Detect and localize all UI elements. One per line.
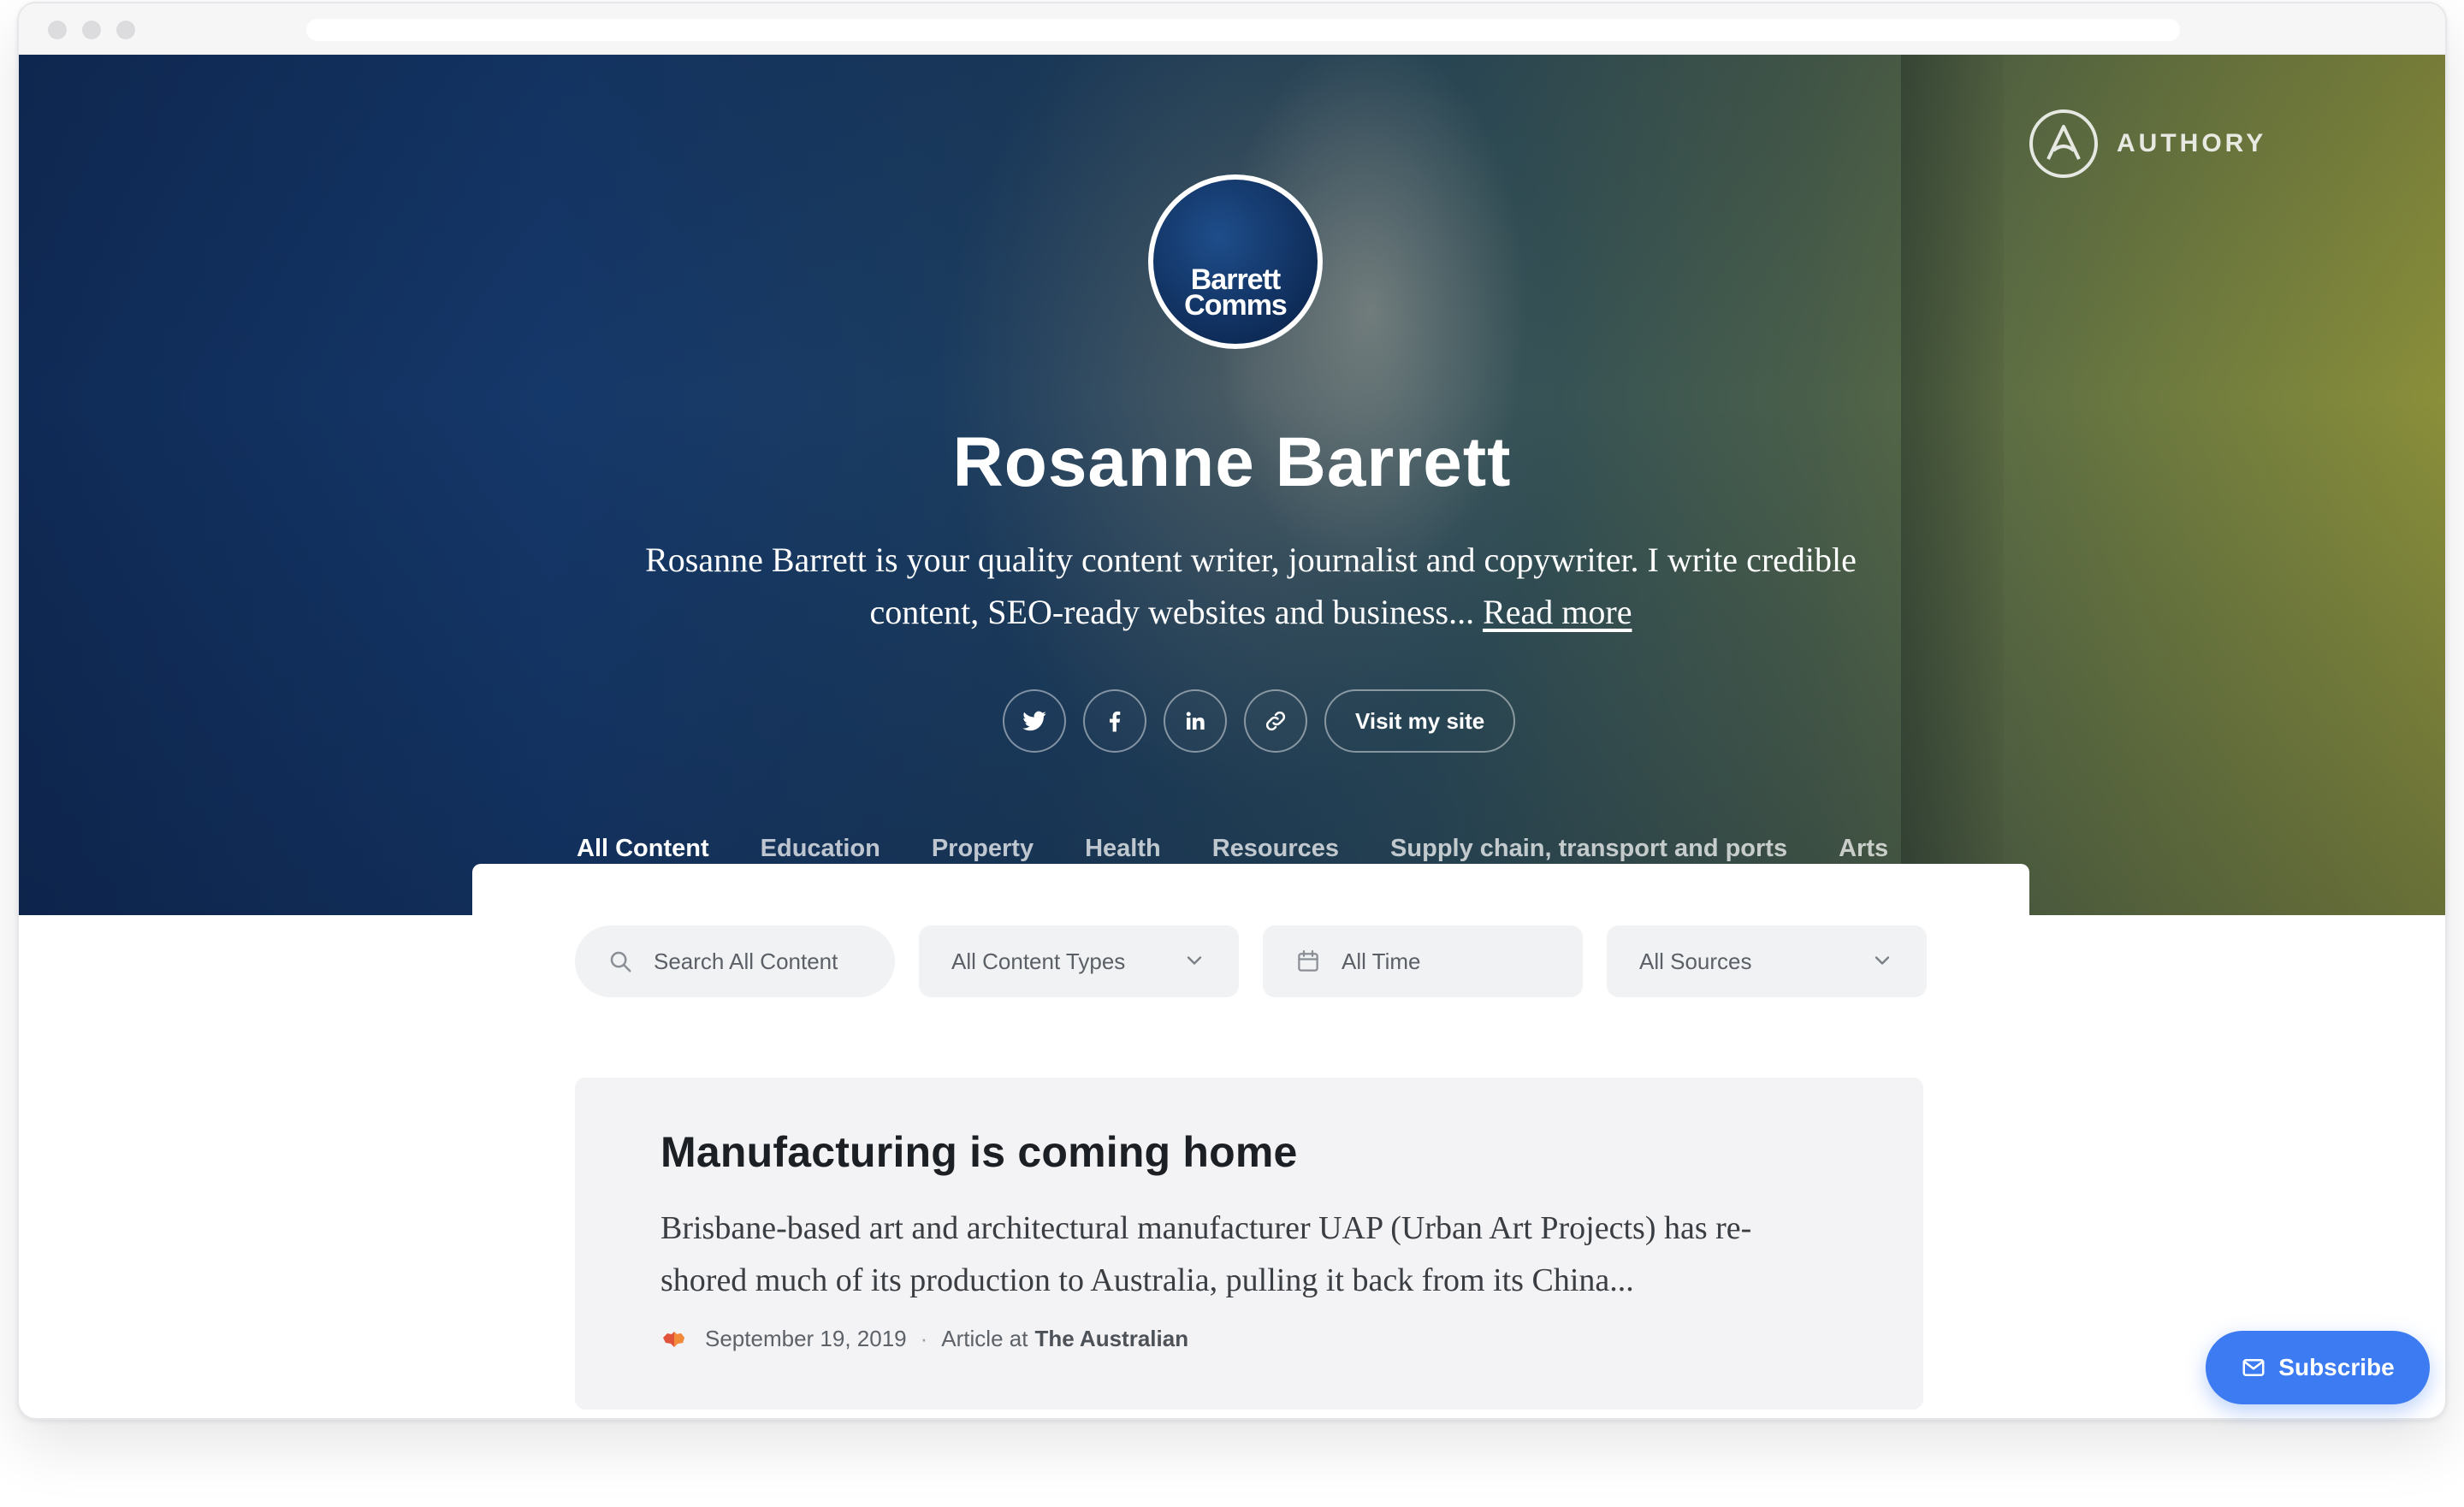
subscribe-button[interactable]: Subscribe: [2206, 1331, 2430, 1404]
content-type-select[interactable]: All Content Types: [919, 925, 1239, 997]
content-type-value: All Content Types: [951, 948, 1126, 974]
article-meta: September 19, 2019 · Article at The Aust…: [660, 1326, 1838, 1352]
linkedin-button[interactable]: [1164, 689, 1227, 753]
subscribe-label: Subscribe: [2278, 1354, 2395, 1380]
content-panel: Search All Content All Content Types All…: [472, 864, 2029, 1418]
australia-map-icon: [663, 1331, 684, 1347]
search-icon: [610, 951, 631, 972]
facebook-button[interactable]: [1083, 689, 1146, 753]
window-close-dot[interactable]: [48, 21, 67, 39]
date-range-value: All Time: [1342, 948, 1421, 974]
address-bar[interactable]: [306, 19, 2180, 41]
article-source[interactable]: The Australian: [1034, 1326, 1188, 1352]
sources-value: All Sources: [1639, 948, 1752, 974]
mail-icon: [2242, 1359, 2265, 1376]
website-link-button[interactable]: [1244, 689, 1307, 753]
linkedin-icon: [1186, 712, 1205, 730]
search-input[interactable]: Search All Content: [575, 925, 895, 997]
article-type: Article at: [941, 1326, 1028, 1351]
calendar-icon: [1298, 950, 1318, 972]
window-maximize-dot[interactable]: [116, 21, 135, 39]
date-range-picker[interactable]: All Time: [1263, 925, 1583, 997]
profile-bio: Rosanne Barrett is your quality content …: [635, 534, 1867, 638]
chevron-down-icon: [1187, 956, 1202, 965]
facebook-icon: [1110, 711, 1121, 732]
social-links: Visit my site: [1003, 689, 1516, 753]
article-title[interactable]: Manufacturing is coming home: [660, 1127, 1838, 1177]
sources-select[interactable]: All Sources: [1607, 925, 1927, 997]
chevron-down-icon: [1875, 956, 1890, 965]
article-date: September 19, 2019: [705, 1326, 907, 1351]
twitter-button[interactable]: [1003, 689, 1066, 753]
profile-name: Rosanne Barrett: [952, 423, 1512, 501]
authory-logo-icon: [2029, 109, 2098, 178]
article-excerpt: Brisbane-based art and architectural man…: [660, 1210, 1752, 1298]
window-minimize-dot[interactable]: [82, 21, 101, 39]
profile-bio-text: Rosanne Barrett is your quality content …: [645, 541, 1857, 631]
filter-bar: Search All Content All Content Types All…: [575, 925, 1927, 997]
read-more-link[interactable]: Read more: [1483, 593, 1632, 631]
browser-titlebar: [19, 3, 2445, 55]
browser-window: AUTHORY Barrett Comms Rosanne Barrett Ro…: [17, 2, 2447, 1420]
authory-logo[interactable]: AUTHORY: [2028, 108, 2266, 180]
profile-hero: AUTHORY Barrett Comms Rosanne Barrett Ro…: [19, 55, 2445, 915]
avatar-text-line2: Comms: [1184, 289, 1288, 322]
twitter-icon: [1022, 711, 1046, 731]
article-card[interactable]: Manufacturing is coming home Brisbane-ba…: [575, 1078, 1923, 1409]
link-icon: [1265, 711, 1286, 731]
avatar: Barrett Comms: [1148, 174, 1323, 349]
meta-separator: ·: [920, 1326, 928, 1351]
search-placeholder: Search All Content: [654, 948, 838, 974]
authory-wordmark: AUTHORY: [2117, 129, 2267, 157]
visit-my-site-button[interactable]: Visit my site: [1324, 689, 1516, 753]
